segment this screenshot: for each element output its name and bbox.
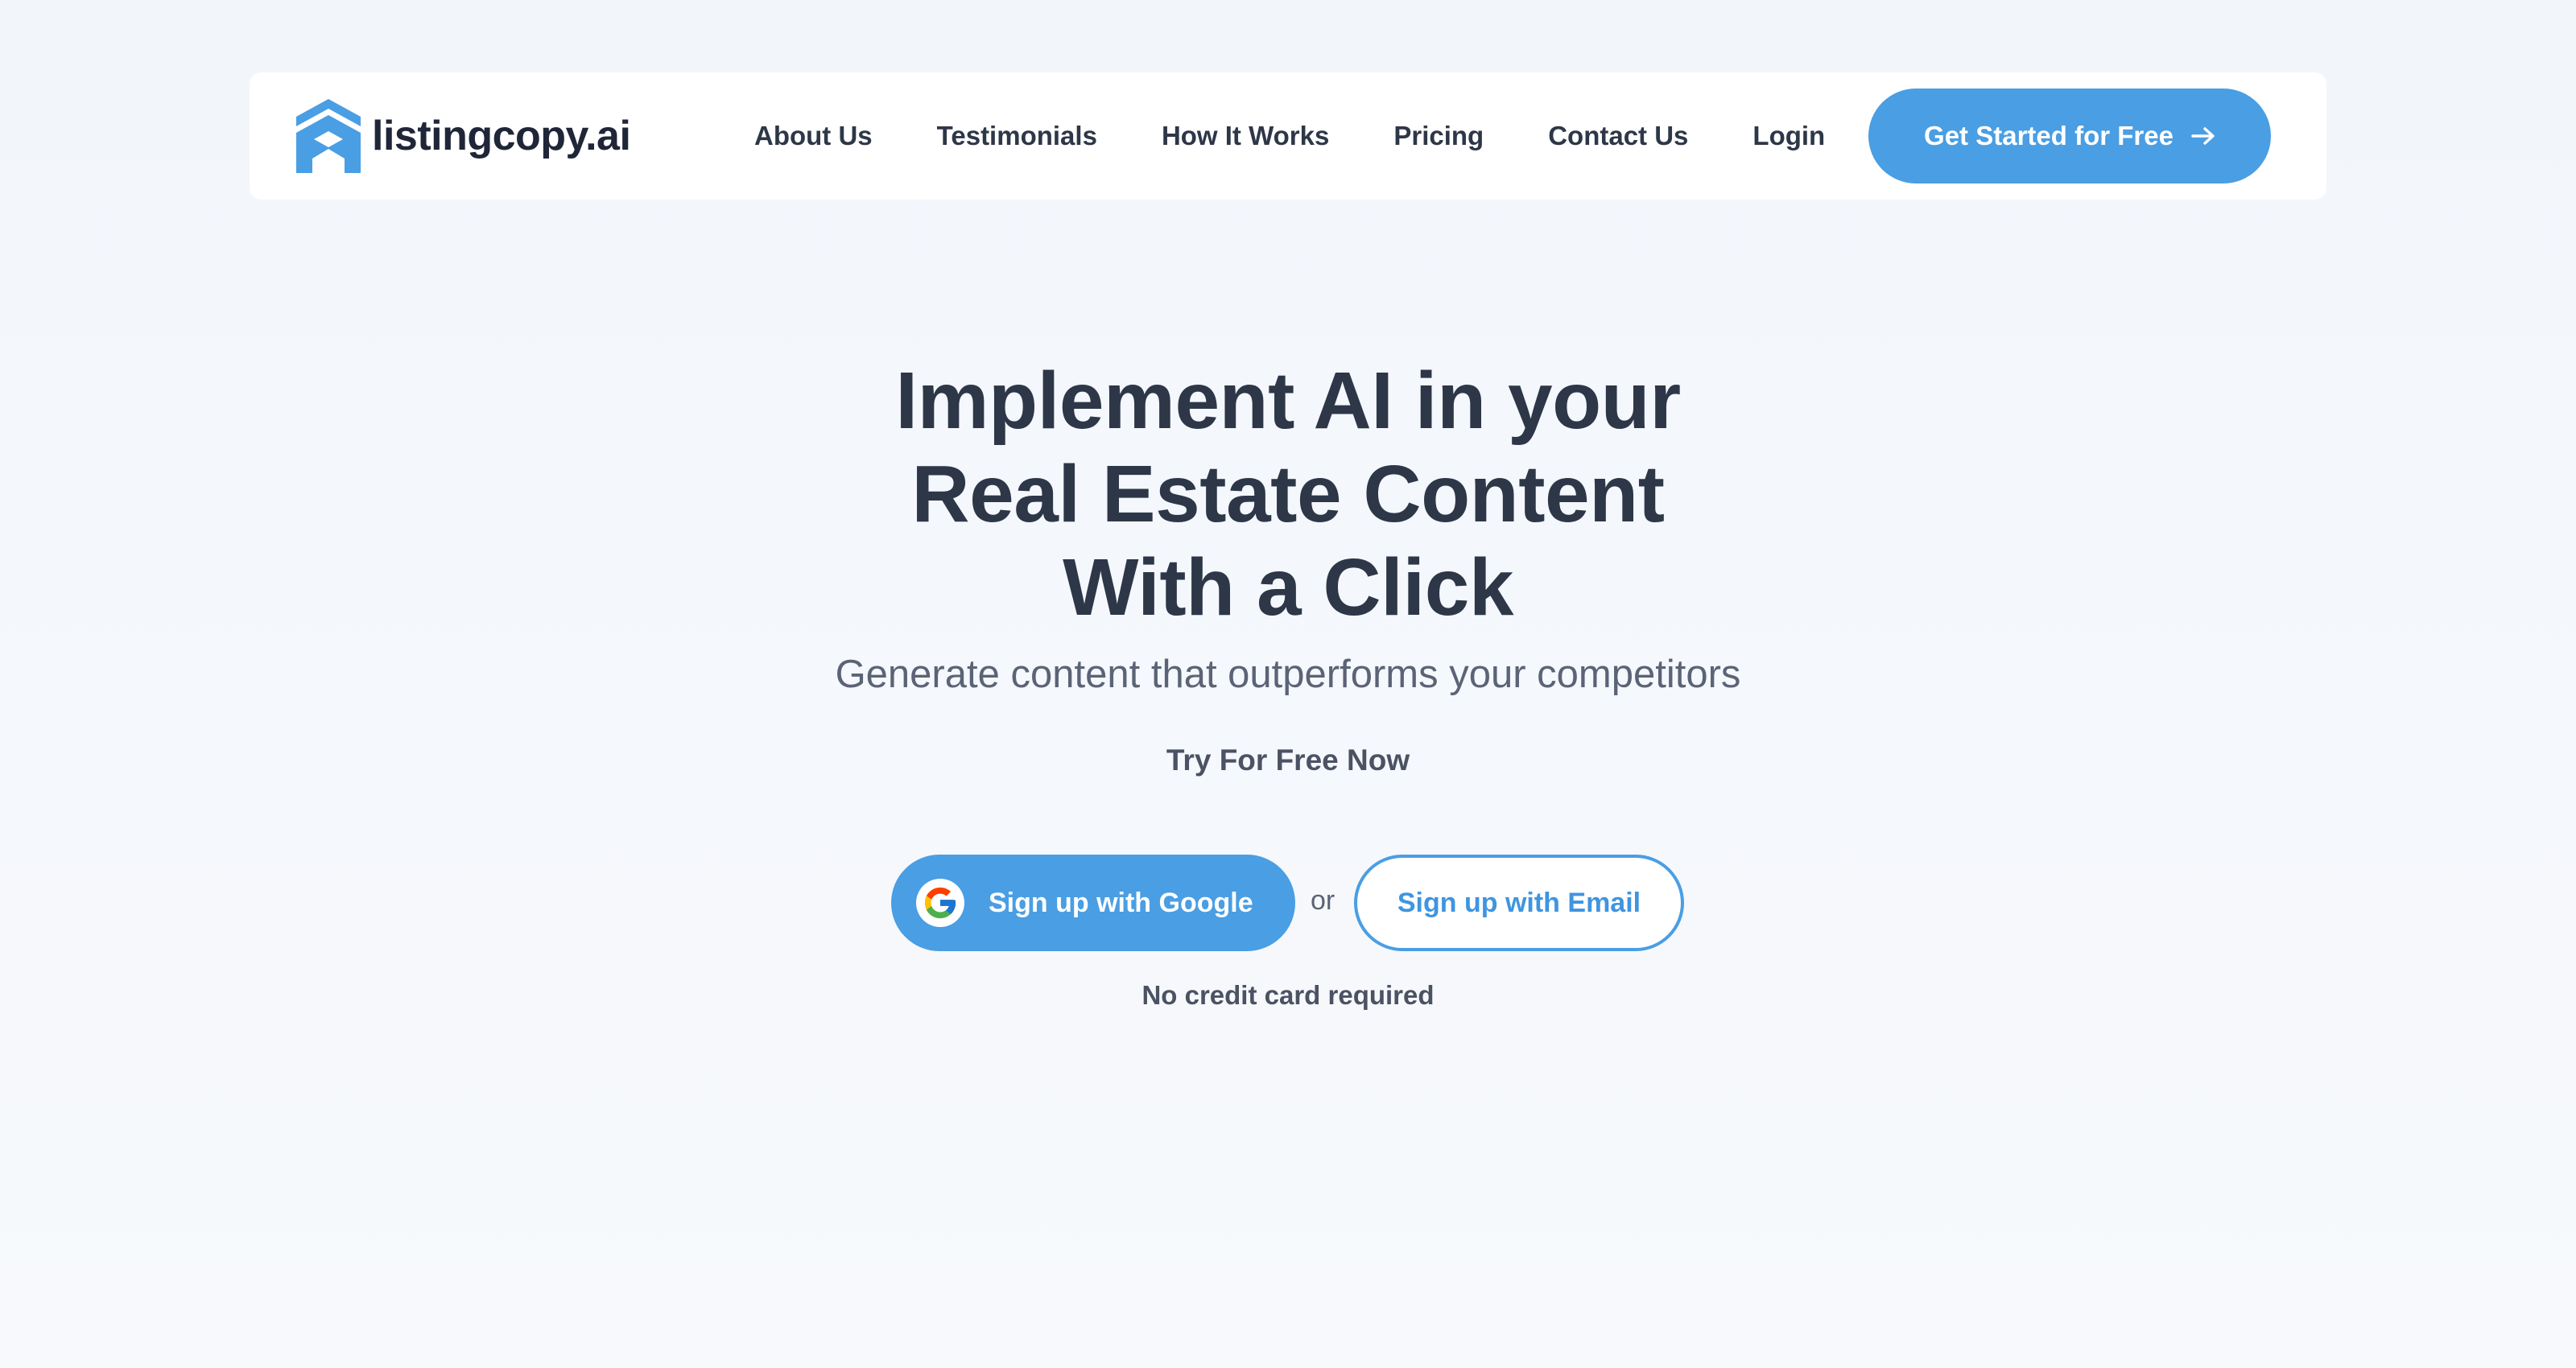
nav-link-testimonials[interactable]: Testimonials (937, 121, 1097, 151)
hero-headline: Implement AI in your Real Estate Content… (0, 354, 2576, 634)
or-separator: or (1311, 885, 1335, 916)
brand-logo[interactable]: listingcopy.ai (296, 92, 631, 180)
house-logo-icon (296, 99, 361, 173)
google-icon (916, 879, 964, 927)
google-signup-button[interactable]: Sign up with Google (891, 855, 1295, 951)
try-for-free-label: Try For Free Now (1166, 744, 1410, 777)
email-signup-button[interactable]: Sign up with Email (1354, 855, 1684, 951)
nav-link-pricing[interactable]: Pricing (1393, 121, 1484, 151)
nav-links: About Us Testimonials How It Works Prici… (754, 72, 1825, 200)
nav-link-login[interactable]: Login (1752, 121, 1825, 151)
hero-section: Implement AI in your Real Estate Content… (0, 354, 2576, 777)
hero-subheadline: Generate content that outperforms your c… (835, 653, 1741, 696)
no-credit-card-note: No credit card required (1141, 980, 1435, 1010)
headline-line-1: Implement AI in your (895, 356, 1681, 446)
top-navbar: listingcopy.ai About Us Testimonials How… (250, 72, 2326, 200)
nav-link-about-us[interactable]: About Us (754, 121, 873, 151)
nav-link-how-it-works[interactable]: How It Works (1162, 121, 1329, 151)
nav-link-contact-us[interactable]: Contact Us (1548, 121, 1688, 151)
get-started-label: Get Started for Free (1924, 121, 2174, 150)
signup-buttons: Sign up with Google or Sign up with Emai… (0, 855, 2576, 951)
headline-line-3: With a Click (1063, 542, 1513, 632)
google-signup-label: Sign up with Google (989, 887, 1253, 918)
get-started-button[interactable]: Get Started for Free (1868, 89, 2271, 183)
brand-name: listingcopy.ai (372, 113, 631, 159)
headline-line-2: Real Estate Content (911, 449, 1665, 539)
arrow-right-icon (2191, 127, 2215, 145)
email-signup-label: Sign up with Email (1397, 887, 1641, 918)
